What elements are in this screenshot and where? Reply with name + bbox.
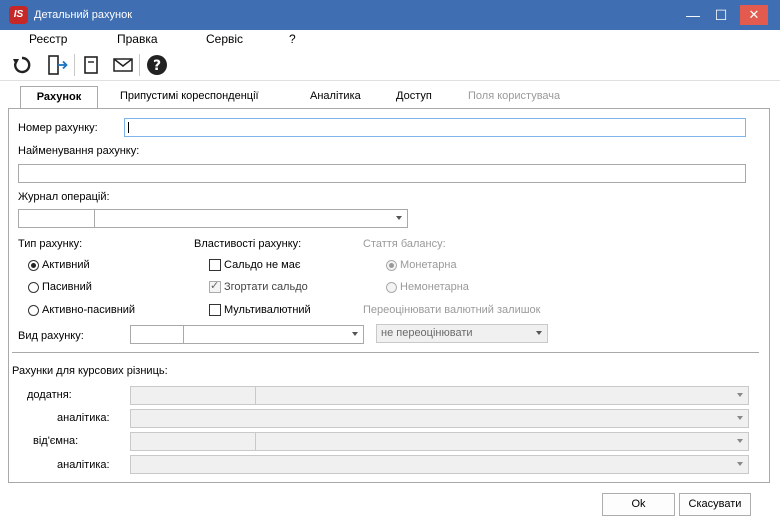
collapse-balance-checkbox[interactable] [209,279,221,293]
menu-help[interactable]: ? [289,32,296,46]
multicurrency-checkbox[interactable] [209,304,221,316]
tab-border [8,108,770,109]
tab-analytics[interactable]: Аналітика [310,90,361,102]
mail-icon[interactable] [110,52,136,78]
negative-account-select[interactable] [130,432,749,451]
exchange-heading: Рахунки для курсових різниць: [12,365,168,377]
maximize-button[interactable]: ☐ [708,4,734,26]
no-balance-checkbox[interactable] [209,259,221,271]
app-logo-icon: IS [9,6,28,24]
menu-edit[interactable]: Правка [117,32,158,46]
radio-non-monetary[interactable] [386,282,397,293]
properties-label: Властивості рахунку: [194,238,302,250]
minimize-button[interactable]: — [680,4,706,26]
chevron-down-icon[interactable] [536,331,542,335]
journal-select[interactable] [18,209,408,228]
tab-user-fields: Поля користувача [468,90,561,102]
toolbar-separator [74,54,75,76]
tab-account[interactable]: Рахунок [20,86,98,109]
revalue-label: Переоцінювати валютний залишок [363,304,541,316]
account-kind-select[interactable] [130,325,364,344]
account-number-label: Номер рахунку: [18,122,98,134]
radio-monetary[interactable] [386,260,397,271]
window-title: Детальний рахунок [34,9,133,21]
revalue-value: не переоцінювати [381,327,473,339]
balance-item-label: Стаття балансу: [363,238,446,250]
help-icon[interactable]: ? [144,52,170,78]
close-button[interactable]: ✕ [740,5,768,25]
tab-access[interactable]: Доступ [396,90,432,102]
text-cursor [128,122,129,133]
collapse-balance-label: Згортати сальдо [224,281,308,293]
account-name-input[interactable] [18,164,746,183]
ok-button[interactable]: Ok [602,493,675,516]
chevron-down-icon[interactable] [737,393,743,397]
positive-analytics-label: аналітика: [57,412,110,424]
no-balance-label: Сальдо не має [224,259,301,271]
positive-label: додатня: [27,389,72,401]
positive-account-select[interactable] [130,386,749,405]
menu-registry[interactable]: Реєстр [29,32,67,46]
revalue-select[interactable]: не переоцінювати [376,324,548,343]
cancel-button[interactable]: Скасувати [679,493,751,516]
panel-border [8,108,9,483]
account-kind-label: Вид рахунку: [18,330,84,342]
radio-active-label: Активний [42,259,90,271]
chevron-down-icon[interactable] [737,462,743,466]
radio-monetary-label: Монетарна [400,259,457,271]
radio-non-monetary-label: Немонетарна [400,281,469,293]
refresh-icon[interactable] [9,52,35,78]
negative-label: від'ємна: [33,435,79,447]
journal-label: Журнал операцій: [18,191,110,203]
negative-analytics-select[interactable] [130,455,749,474]
chevron-down-icon[interactable] [396,216,402,220]
account-name-label: Найменування рахунку: [18,145,140,157]
section-divider [12,352,759,353]
svg-text:?: ? [153,58,161,74]
radio-passive[interactable] [28,282,39,293]
document-icon[interactable] [78,52,104,78]
exit-icon[interactable] [44,52,70,78]
account-type-label: Тип рахунку: [18,238,83,250]
radio-active[interactable] [28,260,39,271]
account-number-input[interactable] [124,118,746,137]
radio-active-passive[interactable] [28,305,39,316]
radio-active-passive-label: Активно-пасивний [42,304,136,316]
tab-correspondences[interactable]: Припустимі кореспонденції [120,90,259,102]
chevron-down-icon[interactable] [352,332,358,336]
menu-service[interactable]: Сервіс [206,32,243,46]
toolbar-separator [139,54,140,76]
panel-border [8,482,770,483]
chevron-down-icon[interactable] [737,439,743,443]
panel-border [769,108,770,483]
radio-passive-label: Пасивний [42,281,92,293]
multicurrency-label: Мультивалютний [224,304,311,316]
negative-analytics-label: аналітика: [57,459,110,471]
chevron-down-icon[interactable] [737,416,743,420]
positive-analytics-select[interactable] [130,409,749,428]
